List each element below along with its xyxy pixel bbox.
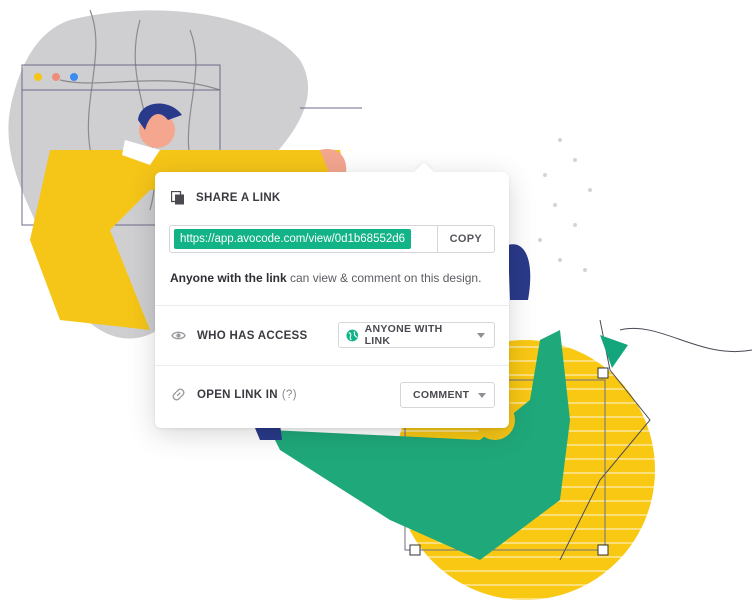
- eye-icon: [171, 331, 186, 340]
- share-description-strong: Anyone with the link: [170, 271, 287, 285]
- share-title: SHARE A LINK: [196, 192, 281, 204]
- share-link-field[interactable]: https://app.avocode.com/view/0d1b68552d6…: [169, 225, 495, 253]
- link-icon: [172, 388, 185, 401]
- copy-doc-icon: [171, 191, 184, 205]
- open-link-label-text: OPEN LINK IN: [197, 388, 278, 401]
- chevron-down-icon: [477, 332, 485, 338]
- share-header: SHARE A LINK: [171, 191, 281, 205]
- divider: [155, 305, 509, 306]
- access-select[interactable]: ANYONE WITH LINK: [338, 322, 495, 348]
- share-link-card: SHARE A LINK https://app.avocode.com/vie…: [155, 162, 509, 428]
- access-select-value: ANYONE WITH LINK: [364, 323, 443, 347]
- chevron-down-icon: [478, 392, 487, 398]
- open-in-select-value: COMMENT: [413, 389, 470, 401]
- open-link-label: OPEN LINK IN (?): [197, 389, 297, 401]
- access-row: WHO HAS ACCESS: [171, 328, 307, 343]
- open-in-select[interactable]: COMMENT: [400, 382, 495, 408]
- share-description: Anyone with the link can view & comment …: [170, 271, 481, 285]
- share-description-rest: can view & comment on this design.: [286, 271, 482, 285]
- help-hint[interactable]: (?): [282, 389, 297, 401]
- open-link-row: OPEN LINK IN (?): [171, 387, 297, 402]
- access-label: WHO HAS ACCESS: [197, 329, 308, 342]
- globe-icon: [346, 329, 359, 341]
- copy-button[interactable]: COPY: [436, 226, 494, 252]
- share-link-url[interactable]: https://app.avocode.com/view/0d1b68552d6: [174, 229, 412, 249]
- divider: [155, 365, 509, 366]
